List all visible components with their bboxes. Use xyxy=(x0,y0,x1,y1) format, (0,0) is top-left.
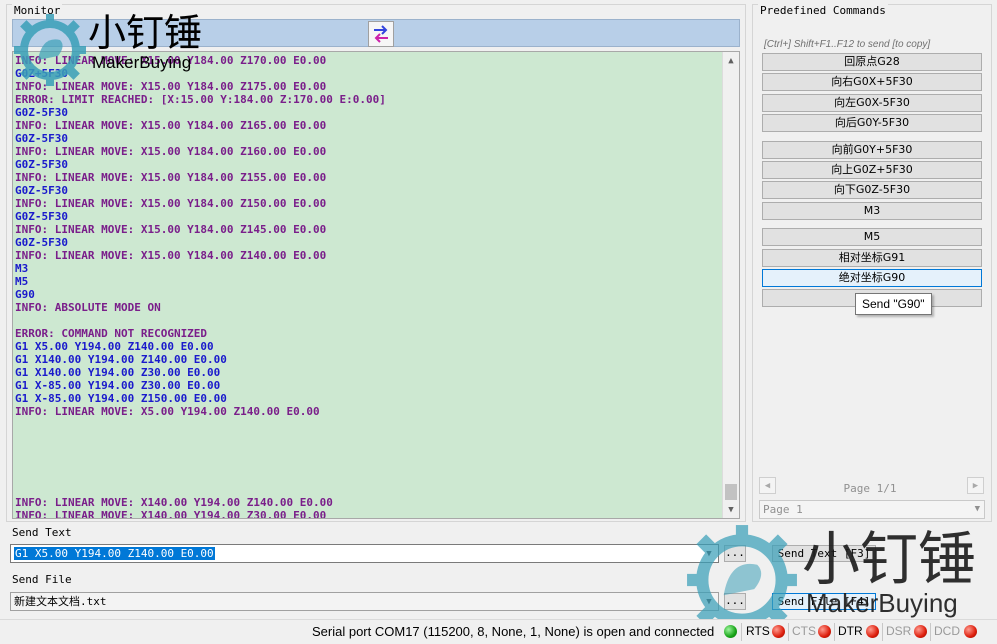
predef-button-up[interactable]: 向上G0Z+5F30 xyxy=(762,161,982,179)
logo-text-en: MakerBuying xyxy=(92,53,192,72)
monitor-log[interactable]: INFO: LINEAR MOVE: X15.00 Y184.00 Z170.0… xyxy=(12,51,740,519)
log-line: ERROR: COMMAND NOT RECOGNIZED xyxy=(15,327,208,340)
log-line: INFO: LINEAR MOVE: X5.00 Y194.00 Z140.00… xyxy=(15,405,320,418)
log-line: INFO: LINEAR MOVE: X15.00 Y184.00 Z165.0… xyxy=(15,119,327,132)
status-bar: Serial port COM17 (115200, 8, None, 1, N… xyxy=(0,619,997,644)
signal-dsr-led-icon xyxy=(914,625,927,638)
scroll-thumb[interactable] xyxy=(725,484,737,500)
signal-dtr-led-icon xyxy=(866,625,879,638)
signal-dcd-label: DCD xyxy=(934,624,960,638)
log-line: G1 X-85.00 Y194.00 Z30.00 E0.00 xyxy=(15,379,221,392)
log-line: INFO: LINEAR MOVE: X15.00 Y184.00 Z140.0… xyxy=(15,249,327,262)
send-file-value: 新建文本文档.txt xyxy=(14,595,107,608)
predef-button-m5[interactable]: M5 xyxy=(762,228,982,246)
log-line: G0Z-5F30 xyxy=(15,106,68,119)
predefined-hint: [Ctrl+] Shift+F1..F12 to send [to copy] xyxy=(764,39,931,50)
send-text-label: Send Text xyxy=(12,526,72,539)
scroll-up-icon[interactable]: ▲ xyxy=(723,52,739,69)
predef-button-forward[interactable]: 向前G0Y+5F30 xyxy=(762,141,982,159)
log-line: G0Z-5F30 xyxy=(15,184,68,197)
status-text: Serial port COM17 (115200, 8, None, 1, N… xyxy=(312,624,715,639)
page-prev-icon[interactable]: ◀ xyxy=(759,477,776,494)
page-label: Page 1/1 xyxy=(843,482,897,495)
connection-led-icon xyxy=(724,625,737,638)
log-line: G90 xyxy=(15,288,35,301)
log-scrollbar[interactable]: ▲ ▼ xyxy=(722,52,739,518)
log-line: G1 X140.00 Y194.00 Z140.00 E0.00 xyxy=(15,353,227,366)
log-line: INFO: LINEAR MOVE: X15.00 Y184.00 Z155.0… xyxy=(15,171,327,184)
log-line: INFO: LINEAR MOVE: X140.00 Y194.00 Z140.… xyxy=(15,496,333,509)
scroll-down-icon[interactable]: ▼ xyxy=(723,501,739,518)
chevron-down-icon: ▼ xyxy=(974,504,980,514)
signal-rts-led-icon xyxy=(772,625,785,638)
predef-button-home[interactable]: 回原点G28 xyxy=(762,53,982,71)
signal-dcd-led-icon xyxy=(964,625,977,638)
logo-text-cn: 小钉锤 xyxy=(802,525,977,593)
log-line: G1 X-85.00 Y194.00 Z150.00 E0.00 xyxy=(15,392,227,405)
makerbuying-logo-top: 小钉锤 MakerBuying xyxy=(12,12,202,88)
predef-button-right[interactable]: 向右G0X+5F30 xyxy=(762,73,982,91)
log-line: G0Z-5F30 xyxy=(15,236,68,249)
send-file-label: Send File xyxy=(12,573,72,586)
log-line: G1 X5.00 Y194.00 Z140.00 E0.00 xyxy=(15,340,214,353)
log-line: INFO: LINEAR MOVE: X15.00 Y184.00 Z145.0… xyxy=(15,223,327,236)
swap-arrows-icon xyxy=(374,25,388,43)
log-line: ERROR: LIMIT REACHED: [X:15.00 Y:184.00 … xyxy=(15,93,386,106)
page-select[interactable]: Page 1 ▼ xyxy=(759,500,985,519)
log-line: INFO: ABSOLUTE MODE ON xyxy=(15,301,161,314)
logo-text-cn: 小钉锤 xyxy=(88,11,203,55)
log-lines: INFO: LINEAR MOVE: X15.00 Y184.00 Z170.0… xyxy=(15,54,715,519)
log-line: G0Z-5F30 xyxy=(15,210,68,223)
tooltip: Send "G90" xyxy=(855,293,932,315)
log-line: M3 xyxy=(15,262,29,275)
log-line: INFO: LINEAR MOVE: X15.00 Y184.00 Z150.0… xyxy=(15,197,327,210)
send-text-value: G1 X5.00 Y194.00 Z140.00 E0.00 xyxy=(14,547,215,560)
predef-button-absolute[interactable]: 绝对坐标G90 xyxy=(762,269,982,287)
signal-cts-led-icon xyxy=(818,625,831,638)
signal-rts-label: RTS xyxy=(746,624,770,638)
swap-direction-button[interactable] xyxy=(368,21,394,47)
predef-button-relative[interactable]: 相对坐标G91 xyxy=(762,249,982,267)
log-line: G1 X140.00 Y194.00 Z30.00 E0.00 xyxy=(15,366,221,379)
predef-button-left[interactable]: 向左G0X-5F30 xyxy=(762,94,982,112)
log-line: G0Z-5F30 xyxy=(15,158,68,171)
send-text-input[interactable]: G1 X5.00 Y194.00 Z140.00 E0.00 ▼ xyxy=(10,544,719,563)
page-next-icon[interactable]: ▶ xyxy=(967,477,984,494)
signal-dtr-label: DTR xyxy=(838,624,863,638)
predefined-title: Predefined Commands xyxy=(758,4,888,17)
predef-button-back[interactable]: 向后G0Y-5F30 xyxy=(762,114,982,132)
log-line: INFO: LINEAR MOVE: X140.00 Y194.00 Z30.0… xyxy=(15,509,327,519)
send-file-input[interactable]: 新建文本文档.txt ▼ xyxy=(10,592,719,611)
logo-text-en: MakerBuying xyxy=(806,588,958,618)
log-line: G0Z-5F30 xyxy=(15,132,68,145)
page-select-value: Page 1 xyxy=(763,503,803,516)
log-line: M5 xyxy=(15,275,29,288)
signal-cts-label: CTS xyxy=(792,624,816,638)
gear-logo-icon xyxy=(14,14,86,86)
signal-dsr-label: DSR xyxy=(886,624,912,638)
predefined-commands-panel: Predefined Commands [Ctrl+] Shift+F1..F1… xyxy=(752,4,992,522)
predef-button-m3[interactable]: M3 xyxy=(762,202,982,220)
predef-button-down[interactable]: 向下G0Z-5F30 xyxy=(762,181,982,199)
log-line: INFO: LINEAR MOVE: X15.00 Y184.00 Z160.0… xyxy=(15,145,327,158)
